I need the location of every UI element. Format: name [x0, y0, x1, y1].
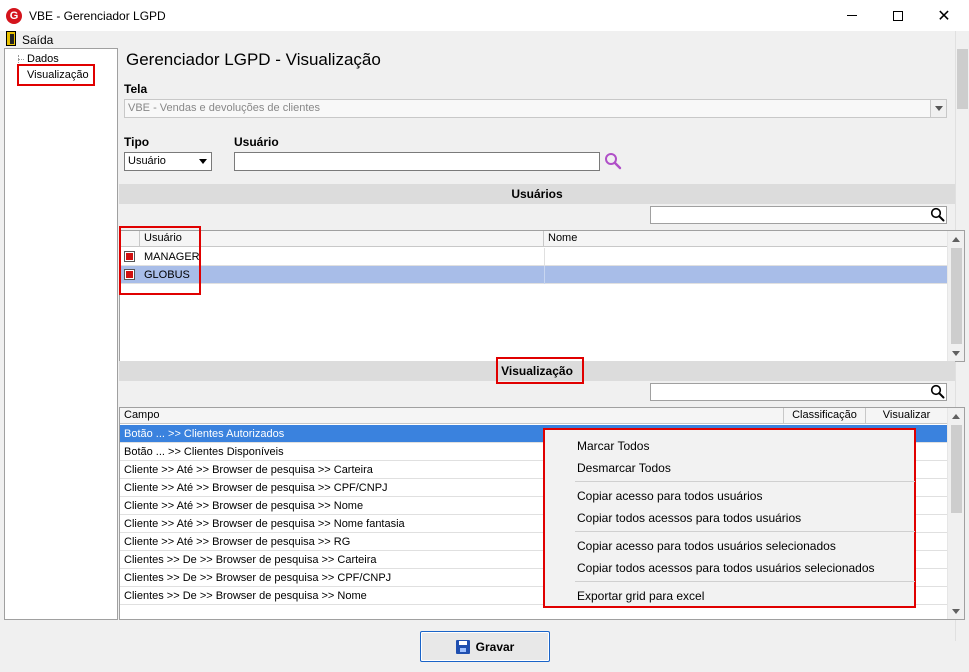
visualizacao-col-visualizar[interactable]: Visualizar	[866, 408, 948, 424]
table-row[interactable]: MANAGER	[120, 248, 948, 266]
chevron-down-icon[interactable]	[930, 100, 946, 117]
usuario-input[interactable]	[234, 152, 600, 171]
menu-separator	[575, 481, 915, 482]
page-title: Gerenciador LGPD - Visualização	[126, 50, 381, 69]
menu-separator	[575, 581, 915, 582]
app-logo-icon: G	[6, 8, 22, 24]
visualizacao-filter-input[interactable]	[650, 383, 947, 401]
tree-connector	[18, 59, 24, 60]
menu-item-exportar-excel[interactable]: Exportar grid para excel	[577, 589, 704, 603]
save-button[interactable]: Gravar	[420, 631, 550, 662]
window-title: VBE - Gerenciador LGPD	[29, 9, 166, 23]
usuarios-grid-scrollbar[interactable]	[947, 231, 964, 361]
visualizacao-filter-search-icon[interactable]	[930, 384, 945, 399]
maximize-button[interactable]	[875, 0, 921, 31]
arrow-down-icon	[952, 350, 960, 356]
menu-item-desmarcar-todos[interactable]: Desmarcar Todos	[577, 461, 671, 475]
floppy-disk-icon	[455, 639, 470, 654]
maximize-icon	[893, 10, 903, 21]
menu-separator	[575, 531, 915, 532]
tipo-select[interactable]: Usuário	[124, 152, 212, 171]
tela-select-value: VBE - Vendas e devoluções de clientes	[128, 102, 321, 114]
navigation-tree: Dados Visualização	[4, 48, 118, 620]
user-search-icon[interactable]	[604, 152, 622, 170]
minimize-icon	[847, 15, 857, 16]
table-row[interactable]: GLOBUS	[120, 266, 948, 284]
menu-item-marcar-todos[interactable]: Marcar Todos	[577, 439, 649, 453]
arrow-up-icon	[952, 413, 960, 419]
menu-item-copiar-acesso-todos[interactable]: Copiar acesso para todos usuários	[577, 489, 762, 503]
tipo-label: Tipo	[124, 135, 150, 149]
menu-exit[interactable]: Saída	[22, 33, 53, 47]
exit-door-icon[interactable]	[6, 31, 16, 46]
usuarios-filter-search-icon[interactable]	[930, 207, 945, 222]
row-nome	[544, 266, 948, 284]
menu-item-copiar-todos-acessos-selecionados[interactable]: Copiar todos acessos para todos usuários…	[577, 561, 875, 575]
close-button[interactable]: ✕	[921, 0, 967, 31]
usuario-label: Usuário	[234, 135, 279, 149]
visualizacao-col-classificacao[interactable]: Classificação	[784, 408, 866, 424]
scrollbar-thumb[interactable]	[951, 425, 962, 513]
save-button-label: Gravar	[475, 639, 515, 654]
chevron-down-icon[interactable]	[195, 153, 211, 170]
scroll-up-button[interactable]	[948, 231, 964, 247]
row-nome	[544, 248, 948, 266]
minimize-button[interactable]	[829, 0, 875, 31]
visualizacao-grid-scrollbar[interactable]	[947, 408, 964, 619]
scroll-down-button[interactable]	[948, 345, 964, 361]
usuarios-rows-highlight	[119, 226, 201, 295]
title-bar: G VBE - Gerenciador LGPD ✕	[0, 0, 969, 31]
tela-select[interactable]: VBE - Vendas e devoluções de clientes	[124, 99, 947, 118]
menu-bar	[0, 31, 969, 48]
scrollbar-thumb[interactable]	[951, 248, 962, 344]
tree-item-highlight	[17, 64, 95, 86]
usuarios-section-header: Usuários	[119, 184, 955, 204]
window-scrollbar-thumb[interactable]	[957, 49, 968, 109]
visualizacao-header-highlight	[496, 357, 584, 384]
scroll-up-button[interactable]	[948, 408, 964, 424]
arrow-down-icon	[952, 608, 960, 614]
scroll-down-button[interactable]	[948, 603, 964, 619]
context-menu: Marcar Todos Desmarcar Todos Copiar aces…	[543, 428, 916, 608]
menu-item-copiar-acesso-selecionados[interactable]: Copiar acesso para todos usuários seleci…	[577, 539, 836, 553]
usuarios-col-nome[interactable]: Nome	[544, 231, 948, 247]
visualizacao-col-campo[interactable]: Campo	[120, 408, 784, 424]
arrow-up-icon	[952, 236, 960, 242]
usuarios-filter-input[interactable]	[650, 206, 947, 224]
tela-label: Tela	[124, 82, 148, 96]
usuarios-grid: Usuário Nome MANAGER GLOBUS	[119, 230, 965, 362]
menu-item-copiar-todos-acessos-todos[interactable]: Copiar todos acessos para todos usuários	[577, 511, 801, 525]
tipo-select-value: Usuário	[128, 155, 166, 167]
close-icon: ✕	[937, 5, 951, 25]
